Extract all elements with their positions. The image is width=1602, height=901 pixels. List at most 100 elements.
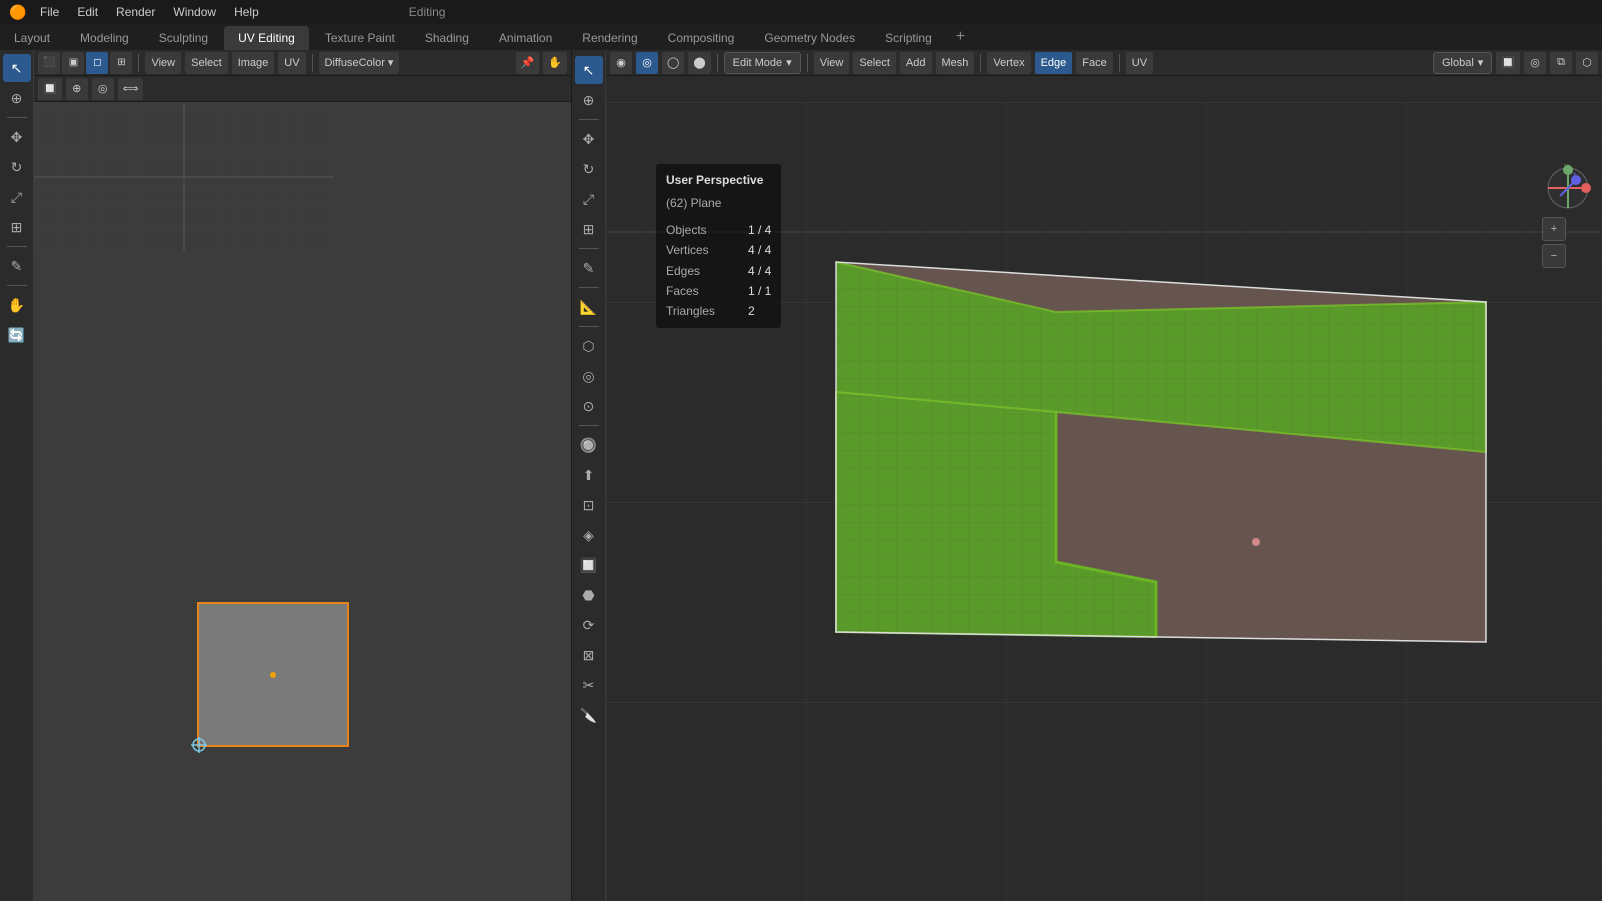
tab-uv-editing[interactable]: UV Editing — [224, 26, 309, 50]
snap-btn[interactable]: 🔲 — [1496, 52, 1520, 74]
vp-tool-bevel[interactable]: ◈ — [575, 521, 603, 549]
vp-view-btn[interactable]: View — [814, 52, 850, 74]
tab-layout[interactable]: Layout — [0, 26, 64, 50]
vp-tool-spin[interactable]: ⟳ — [575, 611, 603, 639]
vp-select-btn[interactable]: Select — [853, 52, 896, 74]
tab-rendering[interactable]: Rendering — [568, 26, 651, 50]
menu-help[interactable]: Help — [226, 0, 267, 24]
tab-compositing[interactable]: Compositing — [654, 26, 749, 50]
tool-move[interactable]: ✥ — [3, 123, 31, 151]
dropdown-arrow-icon: ▾ — [388, 56, 394, 69]
vp-tool-circle-select[interactable]: ◎ — [575, 362, 603, 390]
vp-tool-knife[interactable]: 🔪 — [575, 701, 603, 729]
triangles-value: 2 — [748, 301, 755, 321]
uv-canvas — [34, 102, 571, 901]
tool-rotate[interactable]: ↻ — [3, 153, 31, 181]
tool-annotate[interactable]: ✎ — [3, 252, 31, 280]
tool-pan[interactable]: 🔄 — [3, 321, 31, 349]
menu-window[interactable]: Window — [165, 0, 224, 24]
edges-label: Edges — [666, 261, 736, 281]
tool-separator-1 — [7, 117, 27, 118]
vp-tool-extrude[interactable]: ⬆ — [575, 461, 603, 489]
tab-scripting[interactable]: Scripting — [871, 26, 946, 50]
tool-grab[interactable]: ✋ — [3, 291, 31, 319]
menu-render[interactable]: Render — [108, 0, 163, 24]
svg-text:X: X — [1582, 187, 1587, 194]
vp-edge-btn[interactable]: Edge — [1035, 52, 1073, 74]
vp-face-btn[interactable]: Face — [1076, 52, 1112, 74]
vp-tool-loop-cut[interactable]: 🔲 — [575, 551, 603, 579]
vp-tool-poly-build[interactable]: ⬣ — [575, 581, 603, 609]
vp-mesh-btn[interactable]: Mesh — [936, 52, 975, 74]
viewport-mode-material[interactable]: ⬤ — [688, 52, 710, 74]
view-menu-btn[interactable]: View — [145, 52, 181, 74]
uv-toolbar2: 🔲 ⊕ ◎ ⟺ — [0, 76, 571, 102]
vp-tool-select[interactable]: ↖ — [575, 56, 603, 84]
tool-scale[interactable]: ⤢ — [3, 183, 31, 211]
vp-tool-rotate[interactable]: ↻ — [575, 155, 603, 183]
vp-tool-transform[interactable]: ⊞ — [575, 215, 603, 243]
select-menu-btn[interactable]: Select — [185, 52, 228, 74]
vp-sep-3 — [980, 54, 981, 72]
transform-space-dropdown[interactable]: Global ▾ — [1433, 52, 1492, 74]
tool-cursor[interactable]: ⊕ — [3, 84, 31, 112]
edit-mode-dropdown[interactable]: Edit Mode ▾ — [724, 52, 801, 74]
vp-vertex-btn[interactable]: Vertex — [987, 52, 1030, 74]
vp-tool-shrink[interactable]: ⊠ — [575, 641, 603, 669]
uv-island — [197, 602, 349, 747]
tab-texture-paint[interactable]: Texture Paint — [311, 26, 409, 50]
hand-icon[interactable]: ✋ — [543, 52, 567, 74]
vp-tool-rip[interactable]: ✂ — [575, 671, 603, 699]
tab-sculpting[interactable]: Sculpting — [145, 26, 222, 50]
vp-tool-smooth[interactable]: 🔘 — [575, 431, 603, 459]
triangles-label: Triangles — [666, 301, 736, 321]
edit-mode-arrow-icon: ▾ — [786, 56, 792, 69]
uv-snap-btn[interactable]: 🔲 — [38, 78, 62, 100]
nav-gizmo-sphere[interactable]: X Y Z — [1542, 162, 1594, 214]
vp-tool-sep-3 — [579, 287, 599, 288]
vp-tool-lasso[interactable]: ⊙ — [575, 392, 603, 420]
uv-mode-btn-2[interactable]: ▣ — [62, 52, 84, 74]
vp-uv-btn[interactable]: UV — [1126, 52, 1153, 74]
tab-geometry-nodes[interactable]: Geometry Nodes — [750, 26, 869, 50]
vp-tool-move[interactable]: ✥ — [575, 125, 603, 153]
tool-select[interactable]: ↖ — [3, 54, 31, 82]
uv-pivot-btn[interactable]: ⊕ — [66, 78, 88, 100]
uv-mode-btn-3[interactable]: ◻ — [86, 52, 108, 74]
vp-tool-sep-2 — [579, 248, 599, 249]
zoom-out-btn[interactable]: − — [1542, 244, 1566, 268]
vp-tool-scale[interactable]: ⤢ — [575, 185, 603, 213]
blender-icon: 🟠 — [6, 0, 30, 24]
vp-sep-4 — [1119, 54, 1120, 72]
tab-add-button[interactable]: + — [948, 24, 973, 50]
vp-tool-inset[interactable]: ⊡ — [575, 491, 603, 519]
tab-animation[interactable]: Animation — [485, 26, 566, 50]
pin-icon[interactable]: 📌 — [516, 52, 540, 74]
overlay-btn[interactable]: ⧉ — [1550, 52, 1572, 74]
vp-tool-box-select[interactable]: ⬡ — [575, 332, 603, 360]
image-menu-btn[interactable]: Image — [232, 52, 275, 74]
uv-mode-btn-4[interactable]: ⊞ — [110, 52, 132, 74]
viewport-mode-solid[interactable]: ◎ — [636, 52, 658, 74]
viewport-mode-wireframe[interactable]: ◯ — [662, 52, 684, 74]
zoom-in-btn[interactable]: + — [1542, 217, 1566, 241]
vp-tool-sep-4 — [579, 326, 599, 327]
vp-tool-sep-1 — [579, 119, 599, 120]
uv-mode-btn-1[interactable]: ⬛ — [38, 52, 60, 74]
tool-transform[interactable]: ⊞ — [3, 213, 31, 241]
vp-tool-measure[interactable]: 📐 — [575, 293, 603, 321]
menu-file[interactable]: File — [32, 0, 67, 24]
xray-btn[interactable]: ⬡ — [1576, 52, 1598, 74]
vp-tool-annotate[interactable]: ✎ — [575, 254, 603, 282]
uv-mirror-btn[interactable]: ⟺ — [118, 78, 144, 100]
viewport-mode-rendered[interactable]: ◉ — [610, 52, 632, 74]
proportional-btn[interactable]: ◎ — [1524, 52, 1546, 74]
tab-modeling[interactable]: Modeling — [66, 26, 143, 50]
vp-add-btn[interactable]: Add — [900, 52, 932, 74]
vp-tool-cursor[interactable]: ⊕ — [575, 86, 603, 114]
uv-proportional-btn[interactable]: ◎ — [92, 78, 114, 100]
display-dropdown[interactable]: DiffuseColor ▾ — [319, 52, 400, 74]
tab-shading[interactable]: Shading — [411, 26, 483, 50]
uv-menu-btn[interactable]: UV — [278, 52, 305, 74]
menu-edit[interactable]: Edit — [69, 0, 106, 24]
